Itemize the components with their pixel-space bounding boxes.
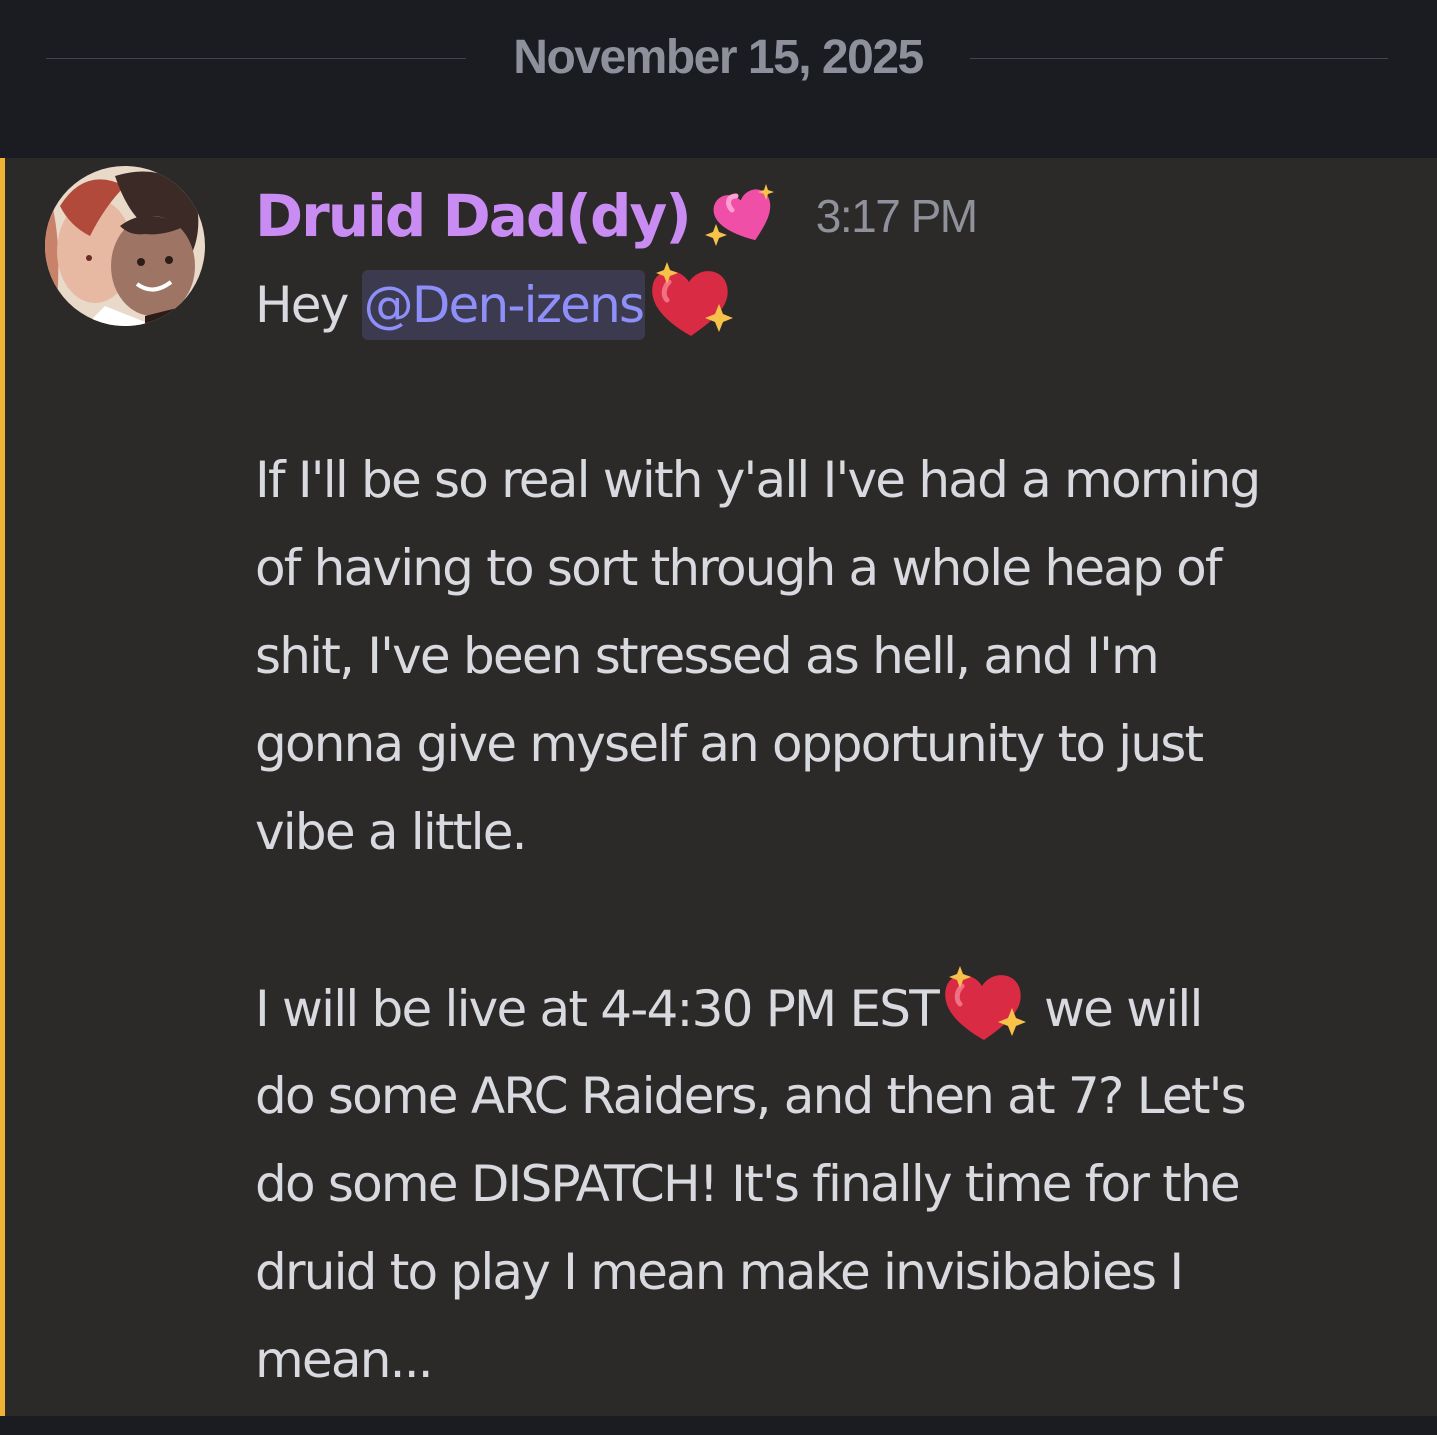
avatar[interactable] [45,166,205,326]
message-line: shit, I've been stressed as hell, and I'… [255,627,1160,685]
date-divider-line-right [970,58,1388,59]
greeting-text: Hey [255,276,362,334]
message-line: do some DISPATCH! It's finally time for … [255,1155,1241,1213]
message-line: If I'll be so real with y'all I've had a… [255,451,1261,509]
live-time-text: I will be live at 4-4:30 PM EST [255,980,940,1038]
role-mention[interactable]: @Den-izens [361,270,646,340]
message-line: of having to sort through a whole heap o… [255,539,1223,597]
message-header: Druid Dad(dy) 3:17 PM [255,180,978,252]
heart-on-fire-sparkles-icon [938,964,1030,1044]
message-line: vibe a little. [255,803,528,861]
message-item[interactable]: Druid Dad(dy) 3:17 PM Hey @Den-izens If … [0,158,1437,1416]
message-line-greeting: Hey @Den-izens [255,260,1405,348]
message-line: druid to play I mean make invisibabies I [255,1243,1184,1301]
username[interactable]: Druid Dad(dy) [255,180,692,252]
message-line: gonna give myself an opportunity to just [255,715,1204,773]
message-line: mean... [255,1331,434,1389]
heart-on-fire-sparkles-icon [645,260,737,340]
date-divider-label: November 15, 2025 [513,31,924,84]
sparkling-heart-icon [702,184,782,248]
mention-highlight-bar [0,158,5,1416]
message-timestamp[interactable]: 3:17 PM [816,189,978,243]
date-divider: November 15, 2025 [0,0,1437,158]
message-line: do some ARC Raiders, and then at 7? Let'… [255,1067,1247,1125]
bottom-strip [0,1416,1437,1435]
message-content: Hey @Den-izens If I'll be so real with y… [255,260,1405,1404]
live-time-text-after: we will [1029,980,1203,1038]
date-divider-line-left [46,58,466,59]
message-line-live-time: I will be live at 4-4:30 PM EST we will [255,964,1405,1052]
